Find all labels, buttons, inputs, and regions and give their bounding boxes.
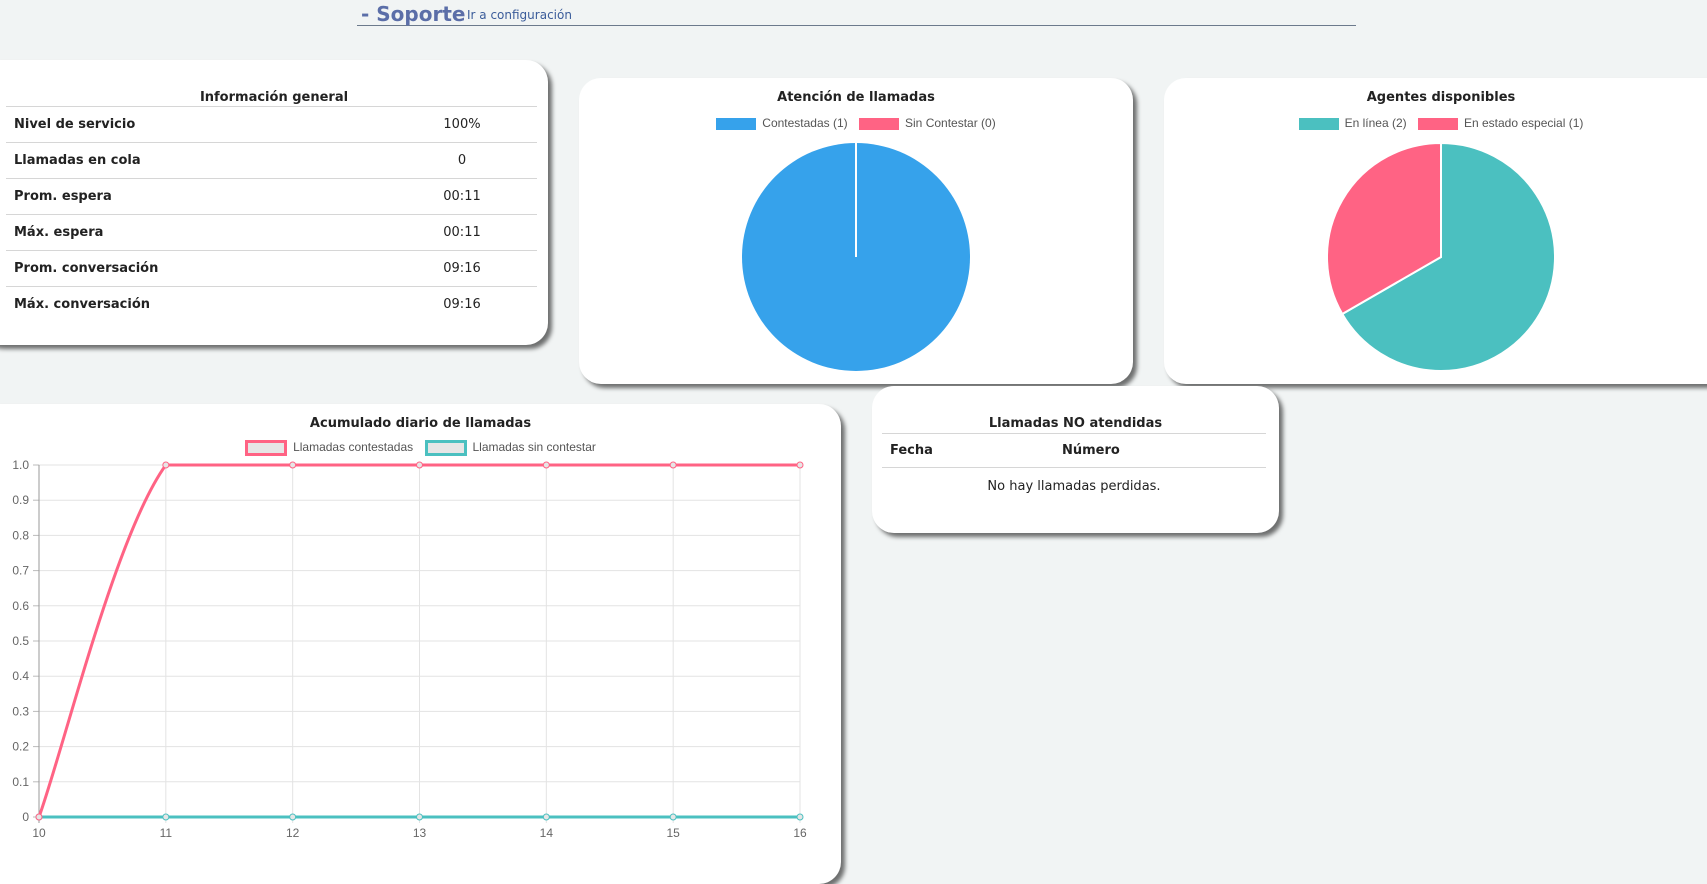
info-label: Nivel de servicio xyxy=(6,106,387,143)
data-point[interactable] xyxy=(35,813,43,821)
general-info-table: Nivel de servicio 100% Llamadas en cola 0 Pr… xyxy=(6,106,537,322)
y-tick-label: 0.3 xyxy=(12,704,29,718)
data-point[interactable] xyxy=(669,461,677,469)
table-row: Nivel de servicio 100% xyxy=(6,106,537,143)
calls-attention-pie xyxy=(742,143,970,371)
data-point[interactable] xyxy=(542,461,550,469)
table-row: Llamadas en cola 0 xyxy=(6,142,537,179)
col-numero: Número xyxy=(1061,433,1266,468)
y-tick-label: 0.7 xyxy=(12,564,29,578)
info-value: 100% xyxy=(387,106,537,143)
table-row: No hay llamadas perdidas. xyxy=(882,468,1266,505)
empty-message: No hay llamadas perdidas. xyxy=(987,478,1161,494)
y-tick-label: 0.1 xyxy=(12,775,29,789)
y-tick-label: 1.0 xyxy=(12,458,29,472)
x-tick-label: 14 xyxy=(540,826,554,840)
data-point[interactable] xyxy=(669,813,677,821)
info-value: 0 xyxy=(387,142,537,179)
data-point[interactable] xyxy=(289,813,297,821)
col-fecha: Fecha xyxy=(882,433,1061,468)
agents-available-card: Agentes disponibles En línea (2) En esta… xyxy=(1164,78,1707,384)
data-point[interactable] xyxy=(162,813,170,821)
data-point[interactable] xyxy=(162,461,170,469)
data-point[interactable] xyxy=(542,813,550,821)
daily-calls-line-chart: 0 0.1 0.2 0.3 0.4 0.5 0.6 0.7 0.8 0.9 1.0 10 11 12 13 1… xyxy=(12,458,807,840)
page-title: - Soporte xyxy=(361,2,466,26)
y-tick-label: 0.9 xyxy=(12,493,29,507)
data-point[interactable] xyxy=(416,813,423,821)
table-row: Prom. espera 00:11 xyxy=(6,178,537,215)
config-link[interactable]: Ir a configuración xyxy=(467,8,572,22)
missed-calls-header-row: Fecha Número xyxy=(882,433,1266,468)
info-label: Máx. conversación xyxy=(6,286,387,322)
general-info-title: Información general xyxy=(199,90,349,105)
general-info-card: Información general Nivel de servicio 100… xyxy=(0,60,548,345)
info-label: Llamadas en cola xyxy=(6,142,387,179)
x-tick-label: 11 xyxy=(160,826,173,840)
y-tick-label: 0.2 xyxy=(12,740,29,754)
data-point[interactable] xyxy=(289,461,297,469)
x-tick-label: 10 xyxy=(32,826,46,840)
info-value: 00:11 xyxy=(387,178,537,215)
x-tick-label: 13 xyxy=(413,826,427,840)
x-tick-label: 16 xyxy=(793,826,807,840)
calls-attention-card: Atención de llamadas Contestadas (1) Sin… xyxy=(579,78,1133,384)
missed-calls-card: Llamadas NO atendidas Fecha Número No ha… xyxy=(872,386,1279,533)
missed-calls-title: Llamadas NO atendidas xyxy=(988,416,1163,431)
info-value: 09:16 xyxy=(387,250,537,287)
y-tick-label: 0.5 xyxy=(12,634,29,648)
data-point[interactable] xyxy=(796,461,804,469)
info-label: Máx. espera xyxy=(6,214,387,251)
info-label: Prom. espera xyxy=(6,178,387,215)
data-point[interactable] xyxy=(416,461,423,469)
y-tick-label: 0.4 xyxy=(12,669,29,683)
page-header: - Soporte Ir a configuración xyxy=(357,0,1356,26)
y-tick-label: 0.8 xyxy=(12,528,29,542)
data-point[interactable] xyxy=(796,813,804,821)
x-tick-label: 15 xyxy=(666,826,680,840)
info-value: 00:11 xyxy=(387,214,537,251)
agents-available-pie xyxy=(1326,141,1556,372)
info-value: 09:16 xyxy=(387,286,537,322)
table-row: Máx. espera 00:11 xyxy=(6,214,537,251)
x-tick-label: 12 xyxy=(286,826,300,840)
daily-calls-card: Acumulado diario de llamadas Llamadas co… xyxy=(0,404,841,884)
y-tick-label: 0.6 xyxy=(12,599,29,613)
y-tick-label: 0 xyxy=(22,810,29,824)
missed-calls-table: Fecha Número No hay llamadas perdidas. xyxy=(882,433,1266,504)
info-label: Prom. conversación xyxy=(6,250,387,287)
table-row: Prom. conversación 09:16 xyxy=(6,250,537,287)
table-row: Máx. conversación 09:16 xyxy=(6,286,537,322)
